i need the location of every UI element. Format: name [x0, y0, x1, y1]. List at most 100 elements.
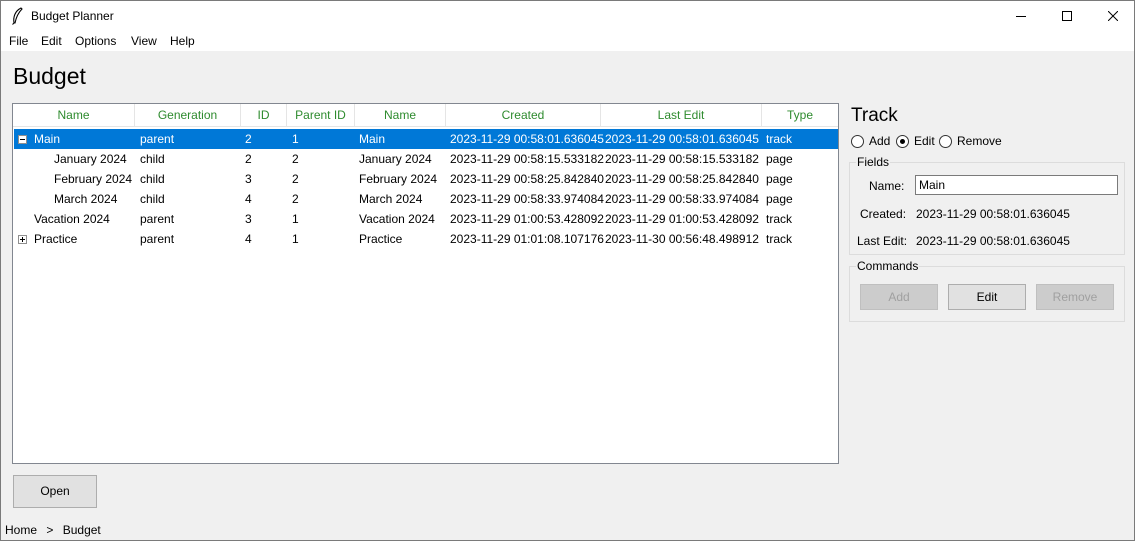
cell-created: 2023-11-29 01:01:08.107176 — [450, 232, 604, 246]
created-value: 2023-11-29 00:58:01.636045 — [916, 207, 1070, 221]
feather-icon — [12, 7, 23, 25]
table-header: Name Generation ID Parent ID Name Create… — [13, 104, 838, 128]
cell-id: 3 — [245, 212, 252, 226]
collapse-icon[interactable] — [18, 135, 27, 144]
cell-type: page — [766, 172, 793, 186]
mode-add-radio[interactable] — [851, 135, 864, 148]
cell-id: 4 — [245, 232, 252, 246]
last-edit-value: 2023-11-29 00:58:01.636045 — [916, 234, 1070, 248]
menu-file[interactable]: File — [9, 34, 28, 48]
table-row[interactable]: March 2024 child 4 2 March 2024 2023-11-29 00… — [14, 189, 838, 209]
column-header-generation[interactable]: Generation — [135, 104, 241, 127]
maximize-icon — [1062, 11, 1072, 21]
fields-legend: Fields — [856, 155, 891, 169]
name-label: Name: — [869, 179, 905, 193]
cell-created: 2023-11-29 00:58:33.974084 — [450, 192, 604, 206]
mode-edit-label: Edit — [914, 134, 935, 148]
add-button[interactable]: Add — [860, 284, 938, 310]
table-row[interactable]: Main parent 2 1 Main 2023-11-29 00:58:01.6360… — [14, 129, 838, 149]
track-title: Track — [851, 105, 898, 126]
cell-tree-name: Vacation 2024 — [34, 212, 110, 226]
breadcrumb-current: Budget — [62, 523, 101, 537]
cell-last-edit: 2023-11-29 00:58:01.636045 — [605, 132, 759, 146]
cell-generation: child — [140, 152, 165, 166]
cell-last-edit: 2023-11-30 00:56:48.498912 — [605, 232, 759, 246]
mode-remove-label: Remove — [957, 134, 1002, 148]
cell-tree-name: January 2024 — [54, 152, 127, 166]
menu-edit[interactable]: Edit — [41, 34, 62, 48]
mode-edit-radio[interactable] — [896, 135, 909, 148]
maximize-button[interactable] — [1044, 1, 1090, 31]
column-header-created[interactable]: Created — [446, 104, 601, 127]
column-header-parent-id[interactable]: Parent ID — [287, 104, 355, 127]
cell-generation: parent — [140, 212, 175, 226]
mode-remove-radio[interactable] — [939, 135, 952, 148]
title-bar: Budget Planner — [1, 1, 1134, 31]
cell-name: January 2024 — [359, 152, 432, 166]
window-title: Budget Planner — [31, 9, 114, 23]
cell-id: 2 — [245, 132, 252, 146]
created-label: Created: — [860, 207, 907, 221]
table-row[interactable]: January 2024 child 2 2 January 2024 2023-11-2… — [14, 149, 838, 169]
cell-type: track — [766, 212, 793, 226]
cell-created: 2023-11-29 00:58:15.533182 — [450, 152, 604, 166]
table-row[interactable]: Practice parent 4 1 Practice 2023-11-29 01:01… — [14, 229, 838, 249]
cell-tree-name: Main — [34, 132, 61, 146]
cell-tree-name: March 2024 — [54, 192, 118, 206]
budget-tree-table[interactable]: Name Generation ID Parent ID Name Create… — [12, 103, 839, 464]
mode-add-label: Add — [869, 134, 891, 148]
column-header-last-edit[interactable]: Last Edit — [601, 104, 762, 127]
app-window: Budget Planner File Edit Options View He… — [0, 0, 1135, 541]
column-header-name[interactable]: Name — [355, 104, 446, 127]
cell-generation: parent — [140, 232, 175, 246]
cell-generation: parent — [140, 132, 175, 146]
cell-tree-name: February 2024 — [54, 172, 133, 186]
cell-created: 2023-11-29 01:00:53.428092 — [450, 212, 604, 226]
remove-button[interactable]: Remove — [1036, 284, 1114, 310]
cell-last-edit: 2023-11-29 00:58:15.533182 — [605, 152, 759, 166]
close-button[interactable] — [1090, 1, 1135, 31]
cell-type: track — [766, 232, 793, 246]
cell-type: page — [766, 192, 793, 206]
cell-parent-id: 2 — [292, 152, 299, 166]
cell-name: February 2024 — [359, 172, 438, 186]
cell-parent-id: 1 — [292, 232, 299, 246]
menu-help[interactable]: Help — [170, 34, 195, 48]
edit-button[interactable]: Edit — [948, 284, 1026, 310]
expand-icon[interactable] — [18, 235, 27, 244]
table-row[interactable]: Vacation 2024 parent 3 1 Vacation 2024 2023-1… — [14, 209, 838, 229]
open-button[interactable]: Open — [13, 475, 97, 508]
cell-parent-id: 2 — [292, 192, 299, 206]
cell-tree-name: Practice — [34, 232, 78, 246]
cell-last-edit: 2023-11-29 00:58:33.974084 — [605, 192, 759, 206]
menu-bar: File Edit Options View Help — [1, 31, 1134, 51]
cell-parent-id: 2 — [292, 172, 299, 186]
cell-last-edit: 2023-11-29 01:00:53.428092 — [605, 212, 759, 226]
cell-name: March 2024 — [359, 192, 423, 206]
radio-selected-dot — [900, 139, 905, 144]
minimize-icon — [1016, 16, 1026, 17]
menu-options[interactable]: Options — [75, 34, 116, 48]
close-icon — [1108, 11, 1118, 21]
cell-created: 2023-11-29 00:58:01.636045 — [450, 132, 604, 146]
commands-legend: Commands — [856, 259, 920, 273]
menu-view[interactable]: View — [131, 34, 157, 48]
cell-type: page — [766, 152, 793, 166]
column-header-id[interactable]: ID — [241, 104, 287, 127]
cell-parent-id: 1 — [292, 132, 299, 146]
cell-created: 2023-11-29 00:58:25.842840 — [450, 172, 604, 186]
cell-id: 2 — [245, 152, 252, 166]
breadcrumb-separator: > — [46, 523, 54, 537]
cell-id: 3 — [245, 172, 252, 186]
breadcrumb: Home > Budget — [5, 523, 101, 537]
table-row[interactable]: February 2024 child 3 2 February 2024 2023-11… — [14, 169, 838, 189]
cell-name: Practice — [359, 232, 403, 246]
cell-name: Main — [359, 132, 386, 146]
column-header-type[interactable]: Type — [762, 104, 838, 127]
cell-generation: child — [140, 192, 165, 206]
minimize-button[interactable] — [998, 1, 1044, 31]
name-input[interactable] — [915, 175, 1118, 195]
breadcrumb-home[interactable]: Home — [5, 523, 37, 537]
cell-type: track — [766, 132, 793, 146]
column-header-tree-name[interactable]: Name — [13, 104, 135, 127]
